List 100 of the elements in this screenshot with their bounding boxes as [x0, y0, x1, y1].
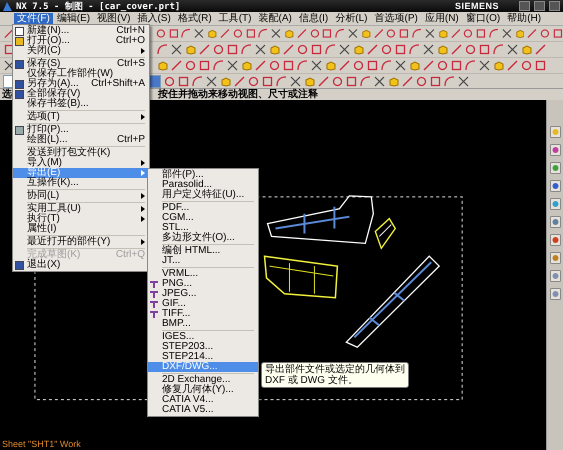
menu-item[interactable]: 关闭(C) — [13, 46, 149, 56]
cross-icon[interactable] — [507, 44, 518, 55]
menu-item[interactable]: 多边形文件(O)... — [148, 233, 258, 243]
circle-icon[interactable] — [521, 60, 532, 71]
menu-item[interactable]: GIF... — [148, 299, 258, 309]
arc-icon[interactable] — [381, 60, 392, 71]
circle-icon[interactable] — [156, 28, 166, 39]
menu-item[interactable]: 导入(M) — [13, 158, 149, 168]
menu-item[interactable]: 分析(L) — [332, 12, 371, 24]
arc-icon[interactable] — [325, 44, 336, 55]
menu-item[interactable]: 绘图(L)... Ctrl+P — [13, 135, 149, 145]
arc-icon[interactable] — [258, 28, 268, 39]
menu-item[interactable]: 保存(S) Ctrl+S — [13, 59, 149, 69]
cube-icon[interactable] — [207, 28, 217, 39]
menu-item[interactable]: 退出(X) — [13, 260, 149, 270]
circle-icon[interactable] — [353, 60, 364, 71]
menu-item[interactable]: 首选项(P) — [372, 12, 421, 24]
cube-icon[interactable] — [360, 28, 371, 39]
circle-icon[interactable] — [213, 44, 224, 55]
menu-item[interactable]: STEP203... — [148, 342, 258, 352]
cube-icon[interactable] — [241, 60, 252, 71]
cross-icon[interactable] — [339, 44, 350, 55]
circle-icon[interactable] — [310, 28, 320, 39]
menu-item[interactable]: STEP214... — [148, 352, 258, 362]
menu-item[interactable]: 另存为(A)... Ctrl+Shift+A — [13, 79, 149, 89]
cross-icon[interactable] — [458, 76, 469, 86]
circle-icon[interactable] — [232, 28, 242, 39]
cube-icon[interactable] — [514, 28, 524, 39]
menu-item[interactable]: Parasolid... — [148, 180, 258, 190]
menu-item[interactable]: 全部保存(V) — [13, 89, 149, 99]
maximize-button[interactable] — [534, 1, 545, 11]
line-icon[interactable] — [402, 76, 413, 86]
menu-item[interactable]: PDF... — [148, 203, 258, 213]
circle-icon[interactable] — [185, 60, 196, 71]
cross-icon[interactable] — [271, 28, 281, 39]
menu-item[interactable]: 装配(A) — [255, 12, 295, 24]
arc-icon[interactable] — [297, 60, 308, 71]
line-icon[interactable] — [535, 44, 546, 55]
menu-item[interactable]: 格式(R) — [174, 12, 215, 24]
arc-icon[interactable] — [276, 76, 287, 86]
cube-icon[interactable] — [409, 60, 420, 71]
circle-icon[interactable] — [463, 28, 474, 39]
circle-icon[interactable] — [332, 76, 343, 86]
line-icon[interactable] — [234, 76, 245, 86]
cube-icon[interactable] — [284, 28, 294, 39]
line-icon[interactable] — [374, 28, 384, 39]
cube-icon[interactable] — [493, 60, 504, 71]
line-icon[interactable] — [283, 44, 294, 55]
line-icon[interactable] — [527, 28, 538, 39]
close-button[interactable] — [549, 1, 560, 11]
cube-icon[interactable] — [521, 44, 532, 55]
menu-item[interactable]: CATIA V5... — [148, 405, 258, 415]
line-icon[interactable] — [199, 44, 210, 55]
menu-item[interactable]: 2D Exchange... — [148, 375, 258, 385]
line-icon[interactable] — [423, 60, 434, 71]
menu-item[interactable]: JPEG... — [148, 289, 258, 299]
menu-item[interactable]: 新建(N)... Ctrl+N — [13, 26, 149, 36]
cross-icon[interactable] — [348, 28, 358, 39]
menu-item[interactable]: 最近打开的部件(Y) — [13, 237, 149, 247]
square-icon[interactable] — [535, 60, 546, 71]
square-icon[interactable] — [553, 28, 563, 39]
menu-item[interactable]: 部件(P)... — [148, 170, 258, 180]
square-icon[interactable] — [430, 76, 441, 86]
menu-item[interactable]: STL... — [148, 223, 258, 233]
arc-icon[interactable] — [181, 28, 192, 39]
square-icon[interactable] — [178, 76, 189, 86]
cube-icon[interactable] — [325, 60, 336, 71]
circle-icon[interactable] — [381, 44, 392, 55]
cross-icon[interactable] — [502, 28, 512, 39]
cross-icon[interactable] — [311, 60, 322, 71]
cross-icon[interactable] — [171, 44, 182, 55]
square-icon[interactable] — [476, 28, 486, 39]
cross-icon[interactable] — [423, 44, 434, 55]
arc-icon[interactable] — [465, 60, 476, 71]
menu-item[interactable]: 仅保存工作部件(W) — [13, 69, 149, 79]
cube-icon[interactable] — [353, 44, 364, 55]
cube-icon[interactable] — [437, 44, 448, 55]
arc-icon[interactable] — [157, 44, 168, 55]
square-icon[interactable] — [246, 28, 256, 39]
line-icon[interactable] — [507, 60, 518, 71]
menu-item[interactable]: BMP... — [148, 319, 258, 329]
line-icon[interactable] — [171, 60, 182, 71]
circle-icon[interactable] — [297, 44, 308, 55]
circle-icon[interactable] — [269, 60, 280, 71]
cube-icon[interactable] — [438, 28, 448, 39]
line-icon[interactable] — [450, 28, 460, 39]
arc-icon[interactable] — [192, 76, 203, 86]
square-icon[interactable] — [227, 44, 238, 55]
menu-item[interactable]: 打开(O)... Ctrl+O — [13, 36, 149, 46]
menu-item[interactable]: 窗口(O) — [462, 12, 504, 24]
menu-item[interactable]: 插入(S) — [134, 12, 174, 24]
cube-icon[interactable] — [185, 44, 196, 55]
square-icon[interactable] — [367, 60, 378, 71]
minimize-button[interactable] — [519, 1, 530, 11]
menu-item[interactable]: 用户定义特征(U)... — [148, 190, 258, 200]
cube-icon[interactable] — [269, 44, 280, 55]
circle-icon[interactable] — [416, 76, 427, 86]
arc-icon[interactable] — [360, 76, 371, 86]
line-icon[interactable] — [220, 28, 230, 39]
square-icon[interactable] — [399, 28, 410, 39]
